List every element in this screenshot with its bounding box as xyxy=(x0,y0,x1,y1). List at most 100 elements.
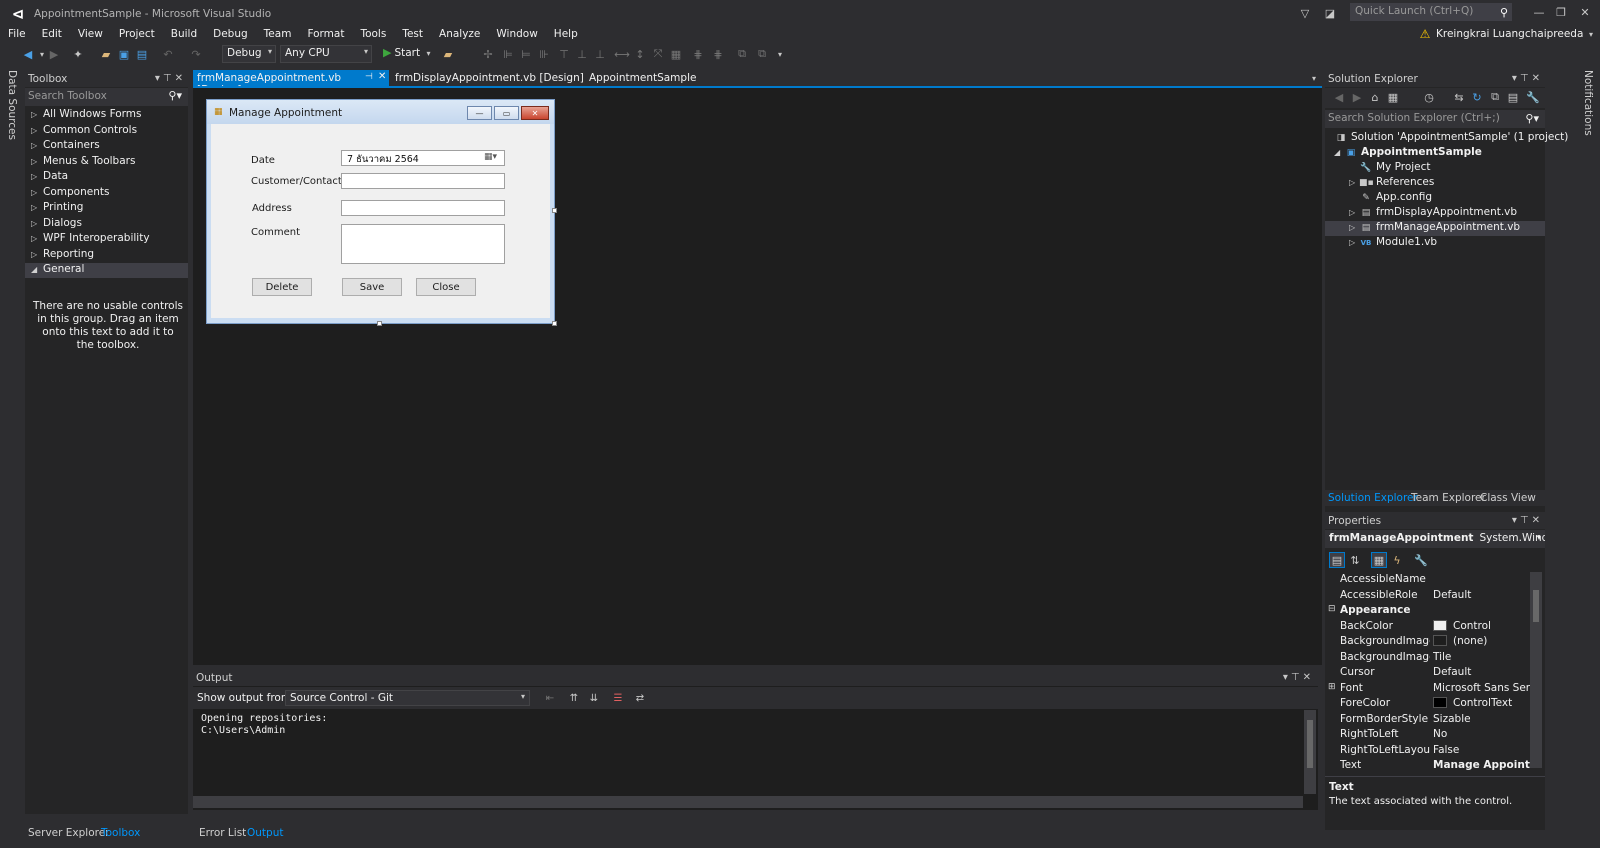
form-minimize-button[interactable]: — xyxy=(467,106,492,120)
menu-project[interactable]: Project xyxy=(111,26,163,44)
menu-build[interactable]: Build xyxy=(163,26,205,44)
toolbox-group-common-controls[interactable]: ▷ Common Controls xyxy=(25,124,188,139)
menu-view[interactable]: View xyxy=(70,26,111,44)
chevron-down-icon[interactable]: ▾ xyxy=(1308,72,1320,84)
alphabetical-icon[interactable]: ⇅ xyxy=(1347,552,1363,568)
vertical-spacing-icon[interactable]: ⋕ xyxy=(710,46,726,62)
form-maximize-button[interactable]: ▭ xyxy=(494,106,519,120)
toolbox-group-general[interactable]: ◢ General xyxy=(25,263,188,278)
tab-team-explorer[interactable]: Team Explorer xyxy=(1411,492,1486,504)
redo-icon[interactable]: ↷ xyxy=(188,46,204,62)
property-row[interactable]: ⊞ Font Microsoft Sans Serif, 8 xyxy=(1325,681,1530,697)
forward-icon[interactable]: ▶ xyxy=(1349,89,1365,105)
tree-module1[interactable]: ▷ VB Module1.vb xyxy=(1325,236,1545,251)
align-lefts-icon[interactable]: ⊫ xyxy=(500,46,516,62)
align-tops-icon[interactable]: ⊤ xyxy=(556,46,572,62)
tree-app-config[interactable]: ✎ App.config xyxy=(1325,191,1545,206)
output-source-select[interactable]: Source Control - Git ▾ xyxy=(285,690,530,706)
comment-textarea[interactable] xyxy=(341,224,505,264)
toolbox-group-printing[interactable]: ▷ Printing xyxy=(25,201,188,216)
back-icon[interactable]: ◀ xyxy=(1331,89,1347,105)
tree-project[interactable]: ◢ ▣ AppointmentSample xyxy=(1325,146,1545,161)
horizontal-spacing-icon[interactable]: ⋕ xyxy=(690,46,706,62)
resize-handle-corner[interactable] xyxy=(552,321,557,326)
warning-icon[interactable]: ⚠ xyxy=(1418,27,1432,41)
data-sources-tab[interactable]: Data Sources xyxy=(6,70,18,140)
save-button[interactable]: Save xyxy=(342,278,402,296)
pin-icon[interactable]: ⊣ xyxy=(365,72,373,82)
tree-frmdisplayappointment[interactable]: ▷ ▤ frmDisplayAppointment.vb xyxy=(1325,206,1545,221)
tree-solution[interactable]: ◨ Solution 'AppointmentSample' (1 project… xyxy=(1325,131,1569,146)
property-row[interactable]: ForeColor ControlText xyxy=(1325,696,1530,712)
property-row[interactable]: Text Manage Appointmen xyxy=(1325,758,1530,774)
scrollbar-thumb[interactable] xyxy=(1533,590,1539,622)
tab-output[interactable]: Output xyxy=(244,826,286,840)
pin-icon[interactable]: ⊤ xyxy=(1520,73,1532,84)
tab-solution-explorer[interactable]: Solution Explorer xyxy=(1328,492,1418,504)
collapse-icon[interactable]: ⊟ xyxy=(1328,604,1336,614)
output-horizontal-scrollbar[interactable] xyxy=(193,796,1303,808)
tab-frmmanageappointment-design[interactable]: frmManageAppointment.vb [Design] ⊣ ✕ xyxy=(193,70,389,96)
align-bottoms-icon[interactable]: ⊥ xyxy=(592,46,608,62)
toolbox-search-input[interactable]: Search Toolbox xyxy=(25,88,188,106)
property-row[interactable]: RightToLeft No xyxy=(1325,727,1530,743)
resize-handle-bottom[interactable] xyxy=(377,321,382,326)
menu-team[interactable]: Team xyxy=(256,26,300,44)
property-row[interactable]: RightToLeftLayout False xyxy=(1325,743,1530,759)
property-value[interactable]: No xyxy=(1433,728,1530,740)
tree-my-project[interactable]: 🔧 My Project xyxy=(1325,161,1545,176)
toolbox-group-containers[interactable]: ▷ Containers xyxy=(25,139,188,154)
property-value[interactable]: Default xyxy=(1433,666,1530,678)
collapse-all-icon[interactable]: ⧉ xyxy=(1487,89,1503,105)
menu-debug[interactable]: Debug xyxy=(205,26,256,44)
toolbox-group-components[interactable]: ▷ Components xyxy=(25,186,188,201)
calendar-dropdown-icon[interactable]: ▦▾ xyxy=(484,152,502,164)
pending-changes-filter-icon[interactable]: ◷ xyxy=(1421,89,1437,105)
resize-handle-right[interactable] xyxy=(552,208,557,213)
menu-analyze[interactable]: Analyze xyxy=(431,26,488,44)
align-rights-icon[interactable]: ⊪ xyxy=(536,46,552,62)
tree-frmmanageappointment[interactable]: ▷ ▤ frmManageAppointment.vb xyxy=(1325,221,1545,236)
make-same-width-icon[interactable]: ⟷ xyxy=(614,46,630,62)
delete-button[interactable]: Delete xyxy=(252,278,312,296)
menu-test[interactable]: Test xyxy=(394,26,431,44)
categorized-icon[interactable]: ▤ xyxy=(1329,552,1345,568)
date-picker[interactable]: 7 ธันวาคม 2564 ▦▾ xyxy=(341,150,505,166)
close-icon[interactable]: ✕ xyxy=(175,73,186,84)
close-icon[interactable]: ✕ xyxy=(1532,73,1543,84)
next-message-icon[interactable]: ⇊ xyxy=(587,691,601,705)
properties-object-select[interactable]: frmManageAppointment System.Windows.F ▾ xyxy=(1325,530,1545,548)
minimize-button[interactable]: — xyxy=(1530,4,1548,20)
close-icon[interactable]: ✕ xyxy=(1303,672,1314,683)
search-icon[interactable]: ⚲ xyxy=(1497,5,1511,19)
property-row[interactable]: BackColor Control xyxy=(1325,619,1530,635)
property-value[interactable]: Manage Appointmen xyxy=(1433,759,1530,771)
tab-toolbox[interactable]: Toolbox xyxy=(98,826,143,840)
save-icon[interactable]: ▣ xyxy=(116,46,132,62)
property-value[interactable]: Sizable xyxy=(1433,713,1530,725)
close-icon[interactable]: ✕ xyxy=(378,71,386,82)
property-row[interactable]: BackgroundImage (none) xyxy=(1325,634,1530,650)
tab-appointmentsample[interactable]: AppointmentSample xyxy=(585,70,700,87)
pin-icon[interactable]: ⊤ xyxy=(163,73,175,84)
menu-edit[interactable]: Edit xyxy=(34,26,70,44)
address-input[interactable] xyxy=(341,200,505,216)
properties-scrollbar[interactable] xyxy=(1530,572,1542,768)
navigate-forward-icon[interactable]: ▶ xyxy=(46,46,62,62)
form-title-bar[interactable]: ▦ Manage Appointment — ▭ ✕ xyxy=(207,100,554,124)
tab-frmdisplayappointment-design[interactable]: frmDisplayAppointment.vb [Design] xyxy=(391,70,588,87)
align-centers-icon[interactable]: ⊨ xyxy=(518,46,534,62)
solution-config-select[interactable]: Debug ▾ xyxy=(222,45,276,63)
toolbox-group-dialogs[interactable]: ▷ Dialogs xyxy=(25,217,188,232)
chevron-down-icon[interactable]: ▾ xyxy=(155,73,163,84)
property-row[interactable]: Cursor Default xyxy=(1325,665,1530,681)
home-icon[interactable]: ⌂ xyxy=(1367,89,1383,105)
word-wrap-icon[interactable]: ⇄ xyxy=(633,691,647,705)
search-icon[interactable]: ⚲▾ xyxy=(1525,112,1539,125)
output-text[interactable]: Opening repositories: C:\Users\Admin xyxy=(201,713,327,737)
align-middles-icon[interactable]: ⊥ xyxy=(574,46,590,62)
size-to-grid-icon[interactable]: ▦ xyxy=(668,46,684,62)
expand-icon[interactable]: ⊞ xyxy=(1328,682,1336,692)
make-same-height-icon[interactable]: ↕ xyxy=(632,46,648,62)
align-to-grid-icon[interactable]: ✢ xyxy=(480,46,496,62)
